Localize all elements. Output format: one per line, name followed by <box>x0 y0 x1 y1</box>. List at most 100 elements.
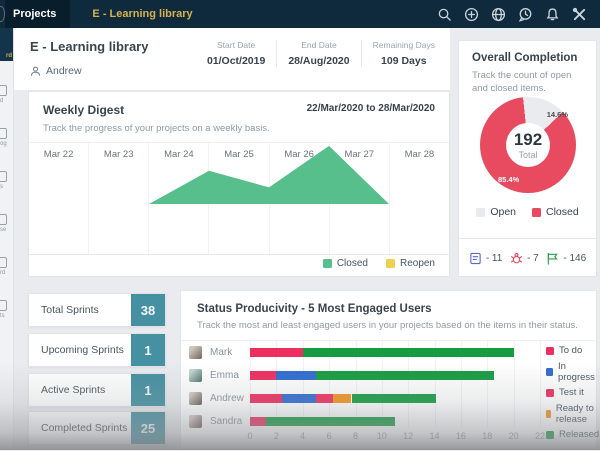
completion-legend: Open Closed <box>459 206 596 218</box>
story-counter[interactable]: - 11 <box>469 252 502 265</box>
user-name: Emma <box>210 369 239 381</box>
person-icon <box>30 66 41 76</box>
bar-chart-rows: Mark Emma Andrew Sandra <box>181 291 598 451</box>
weekly-chart-column: Mar 22 <box>43 149 74 160</box>
completed-sprints-value: 25 <box>131 412 165 444</box>
completion-donut-chart: 14.6% 85.4% 192 Total <box>480 97 576 193</box>
open-swatch <box>476 207 486 217</box>
sidebar-item-icon <box>0 171 7 182</box>
closed-percentage: 85.4% <box>498 175 520 184</box>
stacked-bar[interactable] <box>250 393 540 403</box>
left-sidebar: rd d og s se rd ts <box>0 28 14 450</box>
bar-segment-ready-to-release <box>333 393 352 403</box>
sidebar-item[interactable]: d <box>0 85 13 104</box>
recent-activity-icon[interactable] <box>518 7 533 22</box>
avatar <box>189 345 202 359</box>
weekly-digest-card: Weekly Digest 22/Mar/2020 to 28/Mar/2020… <box>28 91 450 277</box>
project-owner[interactable]: Andrew <box>30 65 82 77</box>
nav-tab-projects[interactable]: Projects <box>5 0 71 28</box>
sidebar-item-active[interactable]: rd <box>0 28 13 61</box>
sidebar-item-label: d <box>0 98 4 104</box>
weekly-digest-date-range: 22/Mar/2020 to 28/Mar/2020 <box>306 103 435 114</box>
search-icon[interactable] <box>437 7 452 22</box>
sidebar-item-label: og <box>0 141 7 147</box>
sidebar-item-icon <box>0 300 7 311</box>
legend-closed-donut[interactable]: Closed <box>532 206 579 218</box>
user-bar-row: Emma <box>189 368 589 382</box>
notifications-icon[interactable] <box>545 7 560 22</box>
legend-closed[interactable]: Closed <box>322 258 368 269</box>
remaining-days-label: Remaining Days <box>372 40 435 50</box>
x-axis-tick: 12 <box>403 431 414 441</box>
total-sprints-card[interactable]: Total Sprints 38 <box>28 293 166 327</box>
legend-swatch <box>546 346 554 355</box>
legend-swatch <box>546 367 553 376</box>
setup-icon[interactable] <box>572 7 587 22</box>
x-axis-tick: 4 <box>300 431 306 441</box>
x-axis-tick: 22 <box>534 431 546 441</box>
weekly-digest-title: Weekly Digest <box>43 103 125 117</box>
story-icon <box>470 252 481 265</box>
x-axis-tick: 0 <box>247 431 253 441</box>
legend-test-it[interactable]: Test it <box>546 387 599 398</box>
current-project-label: E - Learning library <box>92 8 193 20</box>
avatar <box>189 368 202 382</box>
stacked-bar[interactable] <box>250 416 540 426</box>
closed-swatch <box>322 259 332 268</box>
bar-segment-released <box>351 393 436 403</box>
upcoming-sprints-card[interactable]: Upcoming Sprints 1 <box>28 333 166 367</box>
sidebar-item-icon <box>0 128 7 139</box>
avatar <box>189 414 202 428</box>
legend-ready-to-release[interactable]: Ready to release <box>546 403 599 425</box>
legend-to-do[interactable]: To do <box>546 345 599 356</box>
completed-sprints-card[interactable]: Completed Sprints 25 <box>28 411 166 445</box>
legend-reopen[interactable]: Reopen <box>385 258 435 269</box>
bar-chart-legend: To do In progress Test it Ready to release R… <box>546 345 599 445</box>
legend-label: Ready to release <box>555 402 594 425</box>
user-name: Sandra <box>210 415 243 427</box>
bug-count: - 7 <box>527 253 539 264</box>
legend-label: In progress <box>557 360 595 383</box>
start-date-value: 01/Oct/2019 <box>206 55 266 67</box>
reopen-swatch <box>385 259 395 268</box>
x-axis-tick: 6 <box>326 431 332 441</box>
item-type-counters: - 11 - 7 - 146 <box>459 238 596 278</box>
sidebar-item[interactable]: ts <box>0 300 13 319</box>
x-axis-tick: 16 <box>455 431 466 441</box>
closed-swatch <box>532 207 541 217</box>
bar-segment-released <box>302 347 514 357</box>
upcoming-sprints-label: Upcoming Sprints <box>41 344 124 356</box>
nav-tab-current-project[interactable]: E - Learning library <box>92 8 192 20</box>
weekly-chart-column: Mar 26 <box>268 143 329 254</box>
top-bar: Projects E - Learning library <box>0 0 600 28</box>
legend-open[interactable]: Open <box>476 206 516 218</box>
explore-icon[interactable] <box>491 7 506 22</box>
bug-counter[interactable]: - 7 <box>510 252 539 265</box>
sidebar-item[interactable]: rd <box>0 257 13 276</box>
legend-label: Test it <box>559 387 584 398</box>
bar-segment-to-do <box>250 416 266 426</box>
overall-completion-card: Overall Completion Track the count of op… <box>458 40 597 277</box>
x-axis-tick: 18 <box>482 431 493 441</box>
sidebar-item-icon <box>0 85 7 96</box>
donut-center: 192 Total <box>506 123 550 167</box>
sidebar-item-label: s <box>0 184 3 190</box>
flag-counter[interactable]: - 146 <box>546 252 586 265</box>
sidebar-item-label: se <box>0 227 7 233</box>
add-icon[interactable] <box>464 7 479 22</box>
user-bar-row: Sandra <box>189 414 589 428</box>
legend-released[interactable]: Released <box>546 429 599 440</box>
sidebar-item[interactable]: og <box>0 128 13 147</box>
user-name: Mark <box>210 346 233 358</box>
legend-in-progress[interactable]: In progress <box>546 361 599 383</box>
active-sprints-card[interactable]: Active Sprints 1 <box>28 373 166 407</box>
sidebar-item[interactable]: s <box>0 171 13 190</box>
stacked-bar[interactable] <box>250 347 540 357</box>
avatar <box>189 391 202 405</box>
x-axis-tick: 20 <box>508 431 519 441</box>
end-date-label: End Date <box>301 40 337 50</box>
sidebar-item[interactable]: se <box>0 214 13 233</box>
overall-completion-subtitle: Track the count of open and closed items… <box>472 70 572 95</box>
stacked-bar[interactable] <box>250 370 540 380</box>
start-date-label: Start Date <box>216 40 256 50</box>
